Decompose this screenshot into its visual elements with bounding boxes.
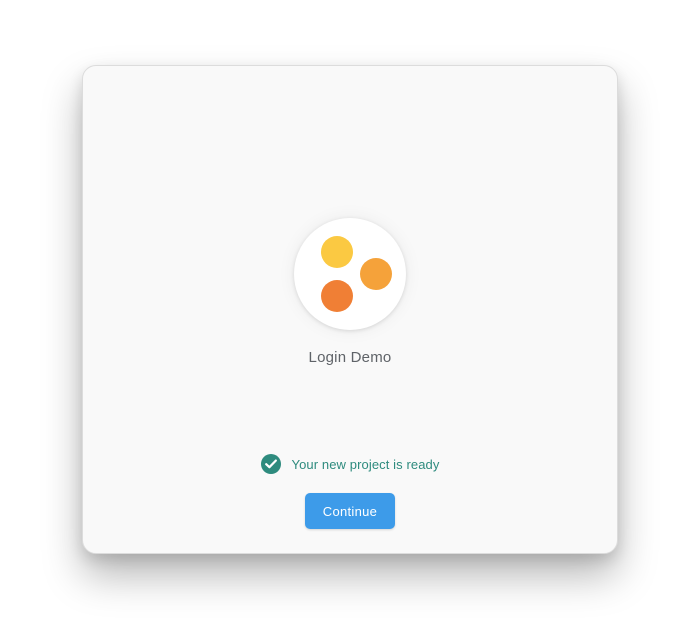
- stage: Login Demo Your new project is ready Con…: [0, 0, 700, 620]
- app-logo-icon: [294, 218, 406, 330]
- status-message: Your new project is ready: [291, 456, 440, 472]
- logo-dot-yellow: [321, 236, 353, 268]
- continue-button[interactable]: Continue: [305, 493, 395, 529]
- status-row: Your new project is ready: [83, 454, 617, 474]
- logo-dot-orange: [321, 280, 353, 312]
- logo-dot-light-orange: [360, 258, 392, 290]
- app-name: Login Demo: [308, 349, 392, 366]
- check-circle-icon: [260, 454, 281, 474]
- project-ready-dialog: Login Demo Your new project is ready Con…: [82, 65, 618, 554]
